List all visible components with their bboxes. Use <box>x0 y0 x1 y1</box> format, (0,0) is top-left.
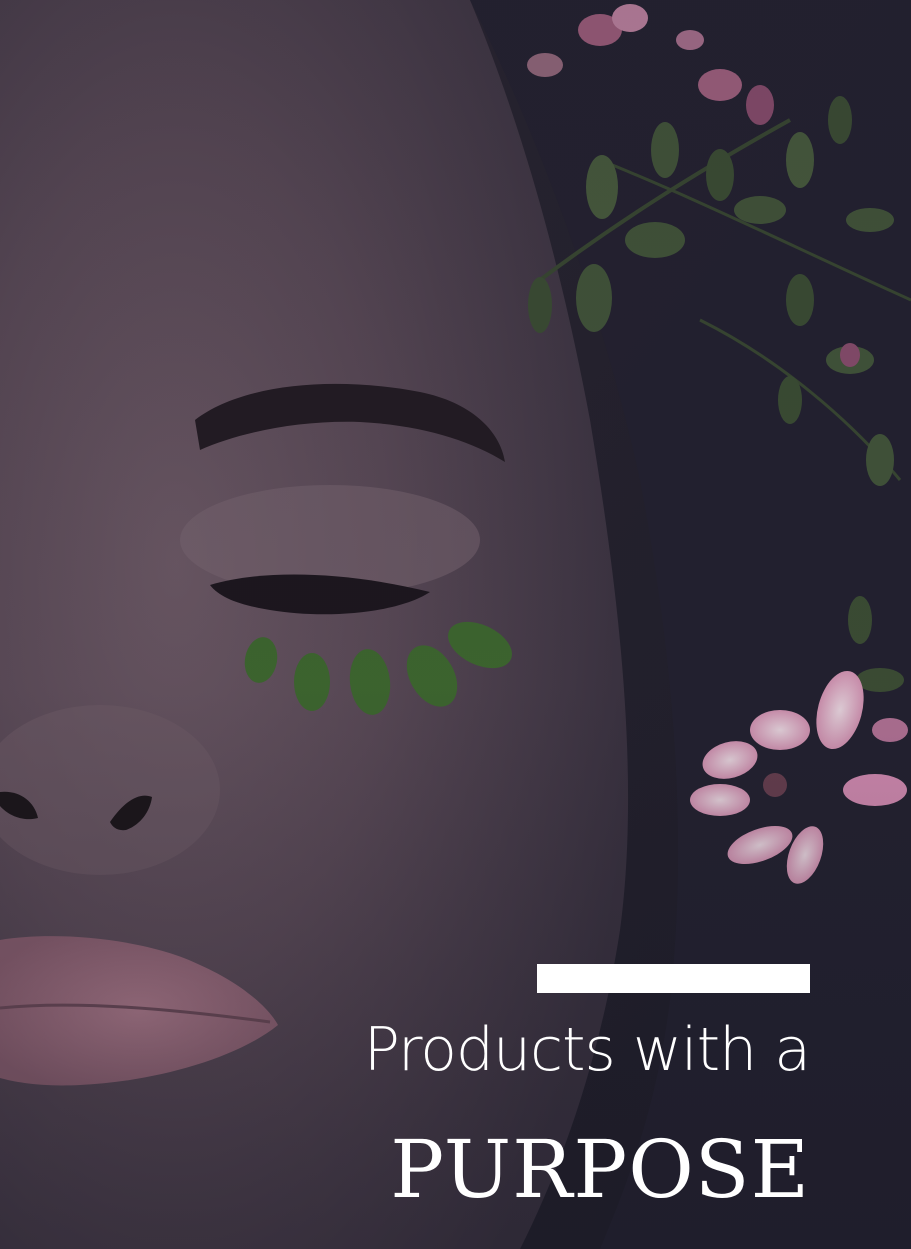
tagline: Products with a <box>363 1015 811 1085</box>
accent-bar <box>537 964 810 993</box>
hero-banner: Products with a PURPOSE <box>0 0 911 1249</box>
headline: PURPOSE <box>390 1123 810 1216</box>
